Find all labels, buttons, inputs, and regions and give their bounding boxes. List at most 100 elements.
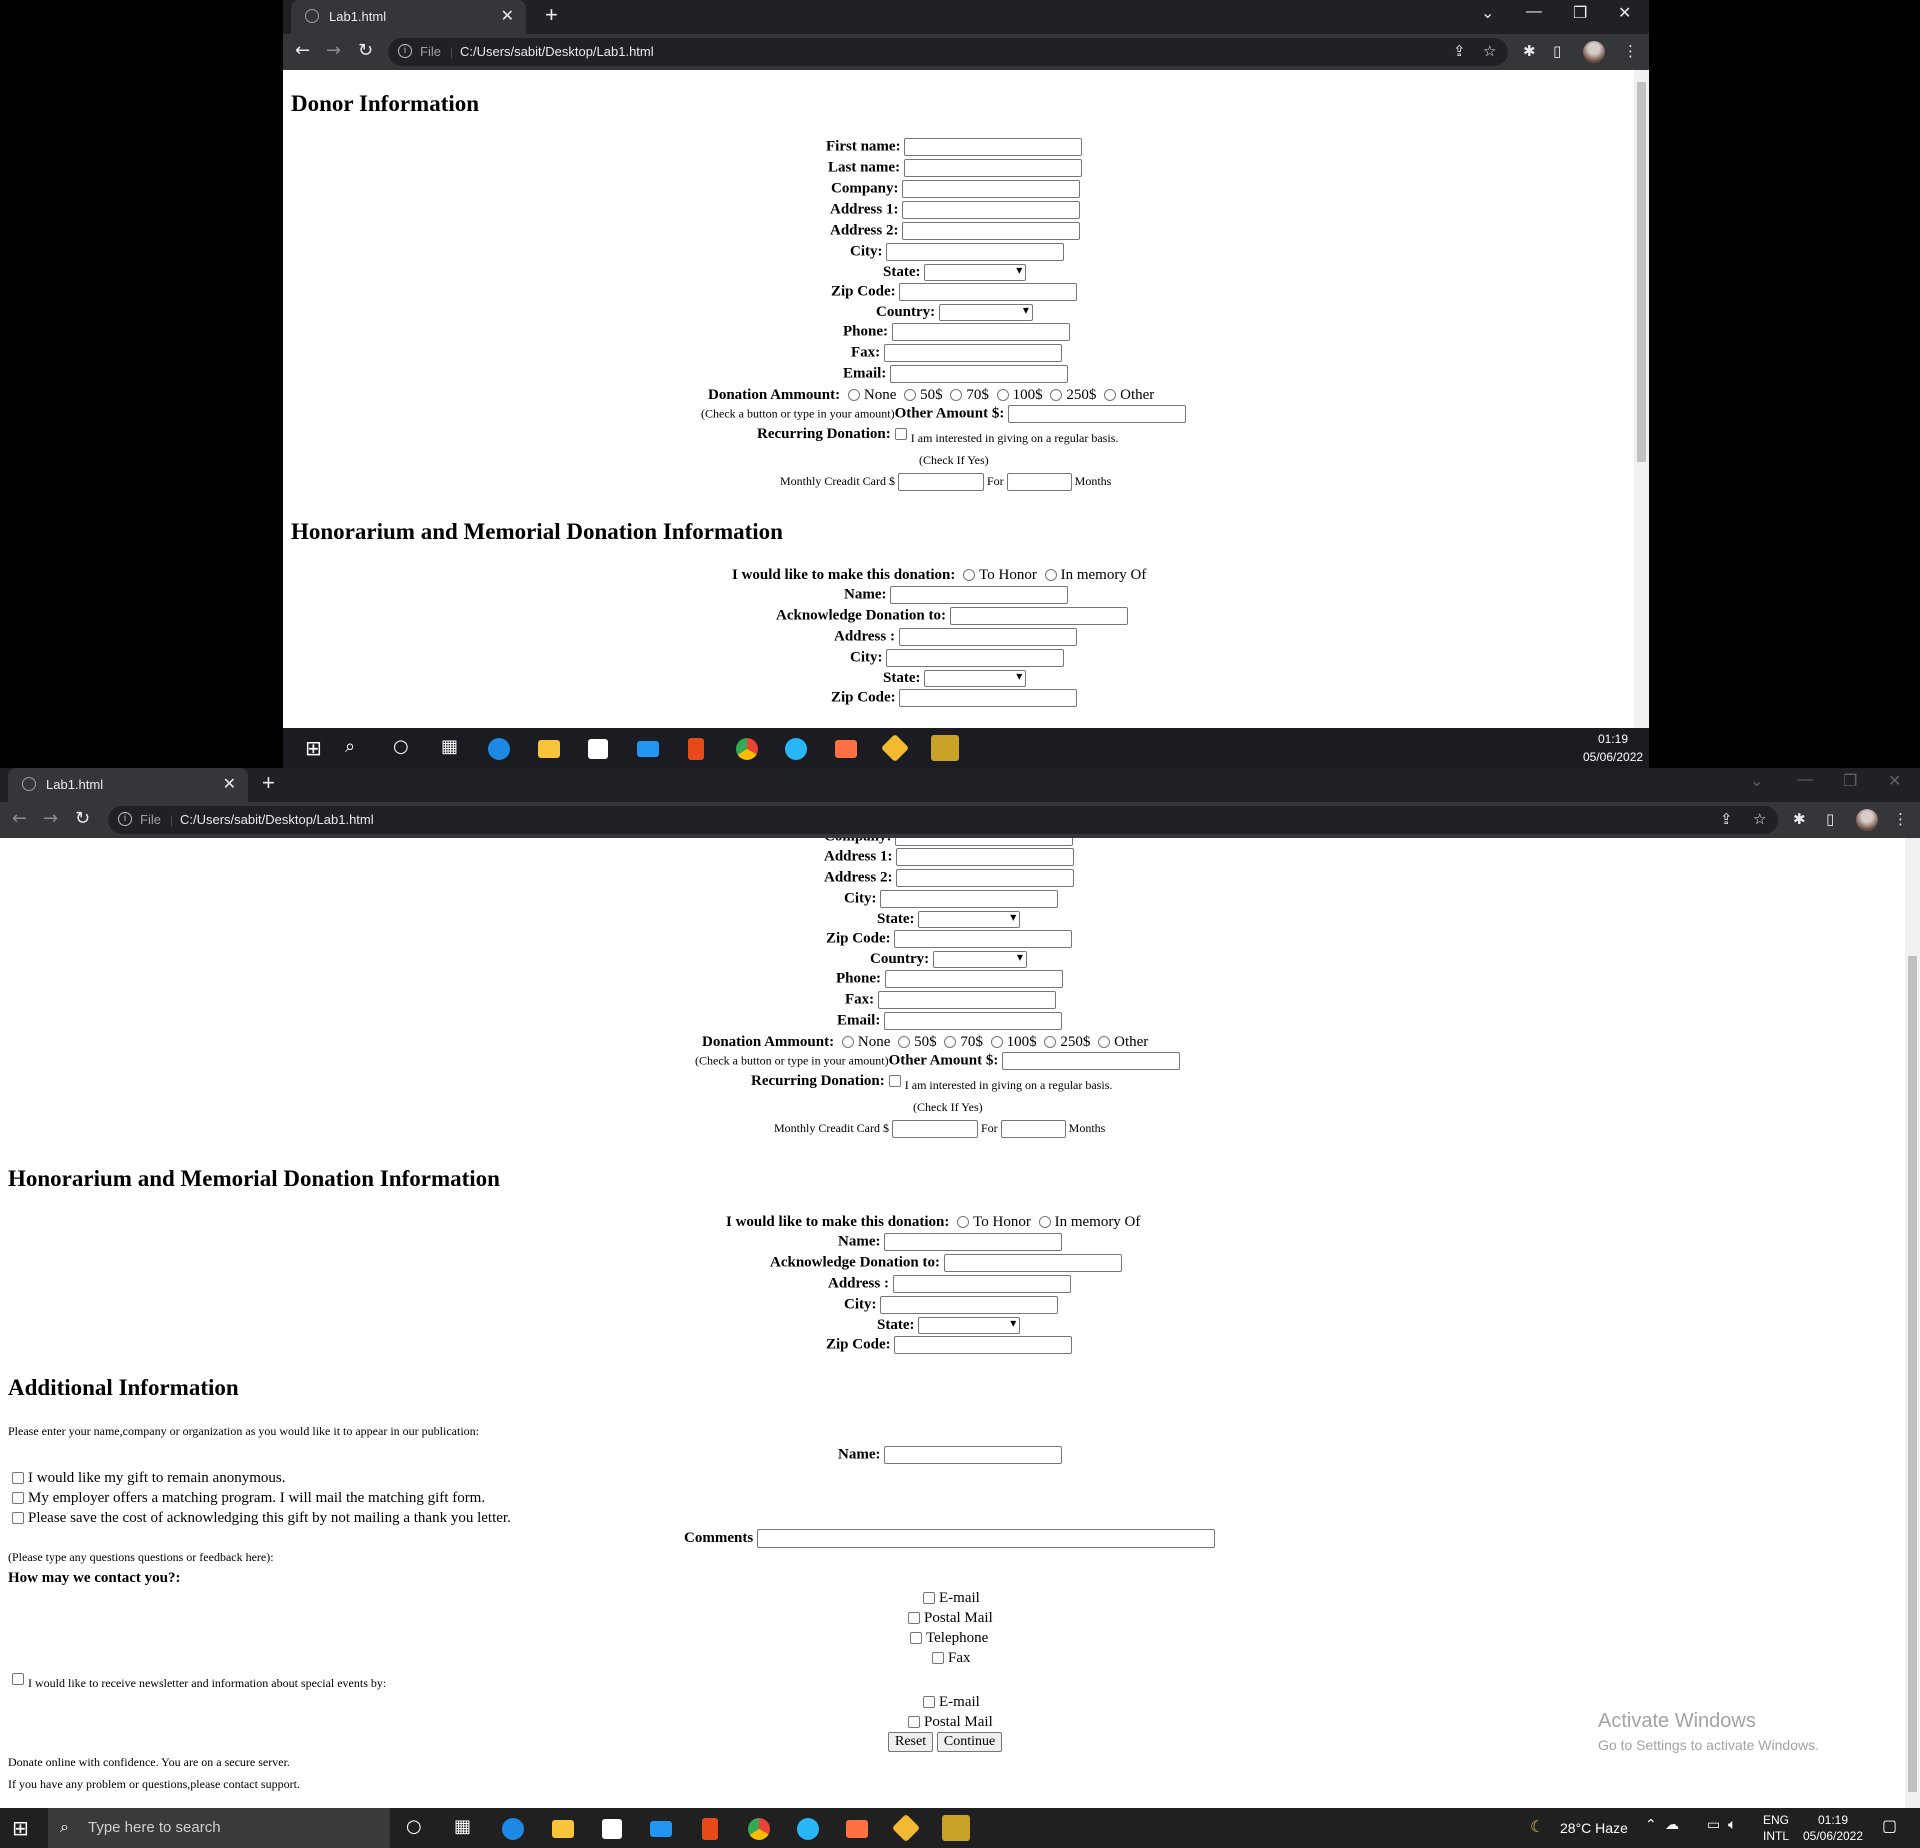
honor-city-input[interactable] [886,649,1065,667]
close-window-icon[interactable]: ✕ [1888,771,1901,791]
honor-zip-input[interactable] [894,1336,1073,1354]
radio-to-honor[interactable] [957,1215,970,1228]
company-input[interactable] [895,838,1074,846]
mail-icon[interactable] [650,1821,672,1837]
country-select[interactable] [932,950,1027,969]
close-window-icon[interactable]: ✕ [1618,3,1631,23]
info-icon[interactable]: i [398,44,412,58]
windows-start-icon[interactable]: ⊞ [12,1816,29,1840]
file-explorer-icon[interactable] [552,1820,574,1838]
radio-70[interactable] [944,1035,957,1048]
scrollbar-thumb[interactable] [1908,956,1917,1792]
acknowledge-input[interactable] [943,1254,1122,1272]
acknowledge-input[interactable] [949,607,1128,625]
cortana-icon[interactable]: ○ [406,1816,422,1837]
radio-other[interactable] [1098,1035,1111,1048]
binance-icon[interactable] [891,1813,921,1843]
other-amount-input[interactable] [1008,405,1187,423]
phone-input[interactable] [884,970,1063,988]
radio-other[interactable] [1104,388,1117,401]
weather-icon[interactable]: ☾ [1530,1817,1544,1836]
search-icon[interactable]: ⌕ [345,736,355,757]
notification-icon[interactable]: ▢ [1882,1816,1897,1835]
monthly-amount-input[interactable] [891,1120,978,1138]
newsletter-email-checkbox[interactable] [923,1695,935,1708]
task-view-icon[interactable]: ▦ [454,1816,471,1837]
pinned-app-icon[interactable] [942,1815,970,1841]
save-cost-checkbox[interactable] [12,1511,24,1524]
bookmark-star-icon[interactable]: ☆ [1753,810,1766,828]
continue-button[interactable]: Continue [936,1732,1003,1752]
restore-icon[interactable]: ❐ [1843,771,1857,791]
state-select[interactable] [918,910,1021,929]
radio-70[interactable] [950,388,963,401]
forward-icon[interactable]: → [326,40,341,61]
back-icon[interactable]: ← [12,808,27,829]
country-select[interactable] [938,303,1033,322]
zip-input[interactable] [894,930,1073,948]
comments-input[interactable] [756,1529,1215,1548]
minimize-icon[interactable]: — [1797,771,1813,789]
contact-postal-checkbox[interactable] [908,1611,920,1624]
contact-email-checkbox[interactable] [923,1591,935,1604]
recurring-checkbox[interactable] [894,427,907,440]
close-tab-icon[interactable]: ✕ [223,774,236,794]
vertical-scrollbar[interactable] [1634,70,1649,728]
address1-input[interactable] [896,848,1075,866]
forward-icon[interactable]: → [43,808,58,829]
mail-icon[interactable] [637,741,659,757]
city-input[interactable] [886,243,1065,261]
honor-address-input[interactable] [892,1275,1071,1293]
tab-lab1[interactable]: Lab1.html ✕ [291,0,526,34]
honor-name-input[interactable] [884,1233,1063,1251]
bookmark-star-icon[interactable]: ☆ [1483,42,1496,60]
windows-start-icon[interactable]: ⊞ [305,736,322,760]
side-panel-icon[interactable]: ▯ [1553,42,1561,60]
radio-250[interactable] [1044,1035,1057,1048]
url-text[interactable]: C:/Users/sabit/Desktop/Lab1.html [180,812,374,827]
radio-100[interactable] [990,1035,1003,1048]
menu-icon[interactable]: ⋮ [1623,42,1638,60]
company-input[interactable] [902,180,1081,198]
city-input[interactable] [880,890,1059,908]
edge-icon[interactable] [488,738,510,760]
newsletter-postal-checkbox[interactable] [908,1715,920,1728]
cortana-icon[interactable]: ○ [393,736,409,757]
tray-chevron-icon[interactable]: ⌃ [1645,1817,1657,1833]
address2-input[interactable] [902,222,1081,240]
weather-text[interactable]: 28°C Haze [1560,1820,1628,1836]
pinned-app-icon[interactable] [931,735,959,761]
extensions-icon[interactable]: ✱ [1523,42,1536,60]
extensions-icon[interactable]: ✱ [1793,810,1806,828]
tab-search-icon[interactable]: ⌄ [1750,771,1763,791]
scrollbar-thumb[interactable] [1637,82,1646,462]
tab-search-icon[interactable]: ⌄ [1481,3,1494,23]
app-icon[interactable] [835,740,857,758]
share-icon[interactable]: ⇪ [1453,42,1466,60]
phone-input[interactable] [891,323,1070,341]
telegram-icon[interactable] [797,1818,819,1840]
clock-bottom[interactable]: 01:19 05/06/2022 [1798,1812,1868,1844]
address1-input[interactable] [902,201,1081,219]
zip-input[interactable] [899,283,1078,301]
fax-input[interactable] [877,991,1056,1009]
telegram-icon[interactable] [785,738,807,760]
honor-state-select[interactable] [924,669,1027,688]
office-icon[interactable] [702,1818,718,1840]
side-panel-icon[interactable]: ▯ [1826,810,1834,828]
volume-icon[interactable]: 🔈︎ [1728,1817,1736,1833]
store-icon[interactable] [588,739,608,759]
radio-100[interactable] [996,388,1009,401]
vertical-scrollbar[interactable] [1905,838,1920,1808]
honor-name-input[interactable] [890,586,1069,604]
reload-icon[interactable]: ↻ [358,40,373,61]
monthly-amount-input[interactable] [897,473,984,491]
honor-city-input[interactable] [880,1296,1059,1314]
honor-address-input[interactable] [898,628,1077,646]
omnibox[interactable]: i File | C:/Users/sabit/Desktop/Lab1.htm… [108,806,1778,834]
app-icon[interactable] [846,1820,868,1838]
radio-in-memory[interactable] [1044,568,1057,581]
chrome-icon[interactable] [736,738,758,760]
restore-icon[interactable]: ❐ [1573,3,1587,23]
employer-checkbox[interactable] [12,1491,24,1504]
